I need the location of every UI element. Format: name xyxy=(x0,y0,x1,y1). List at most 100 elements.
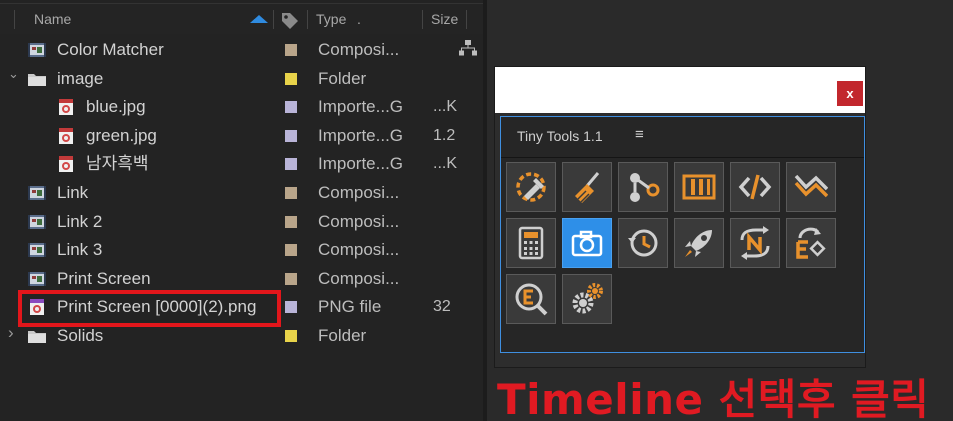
column-header: Name Type . Size xyxy=(0,3,483,34)
column-separator xyxy=(466,10,467,29)
gears-icon xyxy=(572,283,603,314)
project-item-row[interactable]: Link 3 Composi... xyxy=(0,236,483,264)
label-color-swatch[interactable] xyxy=(285,101,297,114)
item-size: ...K xyxy=(433,155,458,173)
column-type-dots: . xyxy=(357,11,361,27)
gears-tool-button[interactable] xyxy=(562,274,612,324)
loop-n-icon xyxy=(740,226,770,260)
project-item-row[interactable]: blue.jpg Importe...G ...K xyxy=(0,93,483,121)
color-picker-tool-button[interactable] xyxy=(506,162,556,212)
composition-icon xyxy=(28,43,46,57)
tiny-tools-window: x Tiny Tools 1.1 ≡ xyxy=(494,66,866,368)
composition-icon xyxy=(28,271,46,286)
item-type: Folder xyxy=(318,326,367,345)
column-size-header[interactable]: Size xyxy=(431,4,458,35)
label-color-swatch[interactable] xyxy=(285,330,297,342)
label-color-swatch[interactable] xyxy=(285,215,297,228)
item-type: Importe...G xyxy=(318,97,404,117)
composition-icon xyxy=(28,186,46,200)
label-color-swatch[interactable] xyxy=(285,158,297,171)
tiny-tools-panel: Tiny Tools 1.1 ≡ xyxy=(500,116,865,353)
zigzag-icon xyxy=(794,174,828,198)
item-size: 32 xyxy=(433,298,451,316)
label-color-swatch[interactable] xyxy=(285,244,297,257)
column-type-header[interactable]: Type xyxy=(316,4,346,35)
item-name: Link 2 xyxy=(57,211,103,231)
label-tag-icon[interactable] xyxy=(279,10,301,30)
search-expression-icon xyxy=(515,283,548,316)
image-file-icon xyxy=(59,127,73,144)
folder-icon xyxy=(28,73,46,86)
expression-icon xyxy=(796,227,826,259)
project-item-row[interactable]: 남자흑백 Importe...G ...K xyxy=(0,150,483,178)
column-name-header[interactable]: Name xyxy=(34,4,71,35)
item-name: Link xyxy=(57,183,89,202)
loop-n-tool-button[interactable] xyxy=(730,218,780,268)
label-color-swatch[interactable] xyxy=(285,72,297,85)
label-color-swatch[interactable] xyxy=(285,187,297,199)
column-separator xyxy=(273,10,274,29)
label-color-swatch[interactable] xyxy=(285,44,297,56)
close-button[interactable]: x xyxy=(837,81,863,106)
column-separator xyxy=(307,10,308,29)
project-item-row[interactable]: Link 2 Composi... xyxy=(0,208,483,236)
label-color-swatch[interactable] xyxy=(285,129,297,142)
sort-ascending-icon[interactable] xyxy=(250,15,268,23)
project-item-row[interactable]: Link Composi... xyxy=(0,179,483,207)
history-tool-button[interactable] xyxy=(618,218,668,268)
rocket-icon xyxy=(685,230,712,257)
image-file-icon xyxy=(59,99,73,116)
panel-title: Tiny Tools 1.1 xyxy=(517,128,603,144)
project-item-row[interactable]: Color Matcher Composi... xyxy=(0,36,483,64)
project-item-row[interactable]: green.jpg Importe...G 1.2 xyxy=(0,122,483,150)
twirl-open-icon[interactable]: ⌄ xyxy=(8,66,19,82)
camera-tool-button[interactable] xyxy=(562,218,612,268)
broom-icon xyxy=(575,172,600,203)
item-type: Composi... xyxy=(318,211,400,231)
item-name: Color Matcher xyxy=(57,40,164,59)
twirl-closed-icon[interactable]: › xyxy=(8,323,14,343)
item-name: image xyxy=(57,68,104,88)
highlight-box xyxy=(18,290,281,327)
search-expression-tool-button[interactable] xyxy=(506,274,556,324)
item-name: blue.jpg xyxy=(86,97,146,117)
rocket-tool-button[interactable] xyxy=(674,218,724,268)
code-icon xyxy=(738,174,772,200)
item-size: 1.2 xyxy=(433,126,456,144)
project-item-row[interactable]: ⌄ image Folder xyxy=(0,65,483,93)
image-file-icon xyxy=(59,156,73,173)
project-panel: Name Type . Size Color Matcher Composi...… xyxy=(0,0,483,421)
composition-icon xyxy=(28,243,46,258)
expression-tool-button[interactable] xyxy=(786,218,836,268)
camera-icon xyxy=(571,230,603,257)
nodes-tool-button[interactable] xyxy=(618,162,668,212)
item-type: Folder xyxy=(318,68,367,88)
column-separator xyxy=(422,10,423,29)
menu-icon[interactable]: ≡ xyxy=(635,126,644,143)
history-icon xyxy=(628,229,658,257)
calculator-tool-button[interactable] xyxy=(506,218,556,268)
code-tool-button[interactable] xyxy=(730,162,780,212)
item-name: 남자흑백 xyxy=(86,154,149,174)
item-size: ...K xyxy=(433,98,458,116)
item-type: Composi... xyxy=(318,240,400,260)
instruction-caption: Timeline 선택후 클릭 xyxy=(497,375,930,421)
folder-icon xyxy=(28,331,46,343)
item-name: green.jpg xyxy=(86,125,157,145)
zigzag-tool-button[interactable] xyxy=(786,162,836,212)
color-picker-icon xyxy=(516,172,546,202)
calculator-icon xyxy=(518,226,544,260)
item-type: Composi... xyxy=(318,268,400,288)
label-color-swatch[interactable] xyxy=(285,272,297,285)
item-type: Importe...G xyxy=(318,154,404,174)
nodes-icon xyxy=(630,173,660,202)
broom-tool-button[interactable] xyxy=(562,162,612,212)
item-type: Composi... xyxy=(318,40,400,59)
label-color-swatch[interactable] xyxy=(285,301,297,314)
film-strip-tool-button[interactable] xyxy=(674,162,724,212)
column-separator xyxy=(14,10,15,29)
item-type: PNG file xyxy=(318,297,382,317)
window-titlebar[interactable]: x xyxy=(495,67,865,113)
item-name: Print Screen xyxy=(57,268,151,288)
project-item-row[interactable]: Print Screen Composi... xyxy=(0,265,483,293)
